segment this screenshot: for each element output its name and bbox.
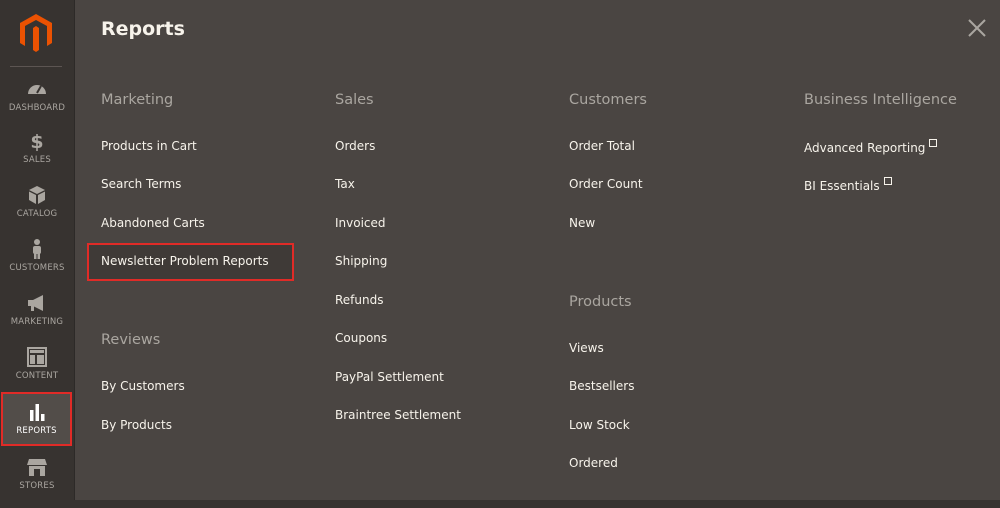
link-bestsellers[interactable]: Bestsellers (569, 379, 634, 393)
panel-title: Reports (101, 18, 185, 40)
link-by-customers[interactable]: By Customers (101, 379, 185, 393)
nav-marketing-label: MARKETING (10, 317, 64, 327)
link-invoiced[interactable]: Invoiced (335, 216, 386, 230)
link-products-in-cart[interactable]: Products in Cart (101, 139, 197, 153)
nav-dashboard-label: DASHBOARD (8, 103, 66, 113)
link-braintree-settlement[interactable]: Braintree Settlement (335, 408, 461, 422)
nav-content-label: CONTENT (15, 371, 59, 381)
bar-chart-icon (29, 404, 44, 421)
link-views[interactable]: Views (569, 341, 604, 355)
nav-reports-label: REPORTS (16, 426, 57, 436)
nav-catalog-label: CATALOG (16, 209, 58, 219)
link-shipping[interactable]: Shipping (335, 254, 387, 268)
nav-catalog[interactable]: CATALOG (0, 184, 74, 236)
link-coupons[interactable]: Coupons (335, 331, 387, 345)
link-advanced-reporting-label: Advanced Reporting (804, 141, 926, 155)
group-title-sales: Sales (335, 92, 374, 108)
reports-flyout-panel: Reports Marketing Products in Cart Searc… (75, 0, 1000, 500)
group-title-marketing: Marketing (101, 92, 174, 108)
close-icon[interactable] (966, 17, 988, 39)
link-order-count[interactable]: Order Count (569, 177, 643, 191)
box-icon (29, 186, 45, 204)
nav-stores[interactable]: STORES (0, 456, 74, 508)
link-refunds[interactable]: Refunds (335, 293, 384, 307)
megaphone-icon (28, 295, 43, 311)
nav-content[interactable]: CONTENT (0, 346, 74, 398)
nav-dashboard[interactable]: DASHBOARD (0, 78, 74, 130)
group-title-business-intelligence: Business Intelligence (804, 92, 957, 108)
link-new[interactable]: New (569, 216, 595, 230)
link-by-products[interactable]: By Products (101, 418, 172, 432)
external-link-icon (883, 177, 892, 185)
logo-divider (10, 66, 62, 67)
nav-marketing[interactable]: MARKETING (0, 292, 74, 344)
admin-sidebar: DASHBOARD $ SALES CATALOG CUSTOMERS MARK… (0, 0, 75, 500)
nav-sales-label: SALES (23, 155, 51, 165)
svg-text:$: $ (30, 131, 43, 152)
nav-customers-label: CUSTOMERS (9, 263, 65, 273)
storefront-icon (27, 459, 47, 476)
link-tax[interactable]: Tax (335, 177, 355, 191)
link-bi-essentials-label: BI Essentials (804, 179, 880, 193)
link-advanced-reporting[interactable]: Advanced Reporting (804, 139, 938, 155)
person-icon (33, 239, 41, 259)
link-newsletter-problem-reports[interactable]: Newsletter Problem Reports (101, 254, 269, 268)
nav-sales[interactable]: $ SALES (0, 130, 74, 182)
group-title-customers: Customers (569, 92, 647, 108)
link-orders[interactable]: Orders (335, 139, 375, 153)
layout-icon (27, 347, 47, 367)
link-search-terms[interactable]: Search Terms (101, 177, 181, 191)
magento-logo-icon[interactable] (18, 13, 54, 53)
dollar-icon: $ (30, 131, 43, 152)
dashboard-icon (28, 85, 46, 94)
link-low-stock[interactable]: Low Stock (569, 418, 630, 432)
nav-customers[interactable]: CUSTOMERS (0, 238, 74, 290)
group-title-reviews: Reviews (101, 332, 161, 348)
nav-stores-label: STORES (19, 481, 55, 491)
link-ordered[interactable]: Ordered (569, 456, 618, 470)
external-link-icon (929, 139, 938, 147)
link-order-total[interactable]: Order Total (569, 139, 635, 153)
link-bi-essentials[interactable]: BI Essentials (804, 177, 892, 193)
group-title-products: Products (569, 294, 632, 310)
nav-reports[interactable]: REPORTS (1, 392, 72, 446)
link-paypal-settlement[interactable]: PayPal Settlement (335, 370, 444, 384)
link-abandoned-carts[interactable]: Abandoned Carts (101, 216, 205, 230)
